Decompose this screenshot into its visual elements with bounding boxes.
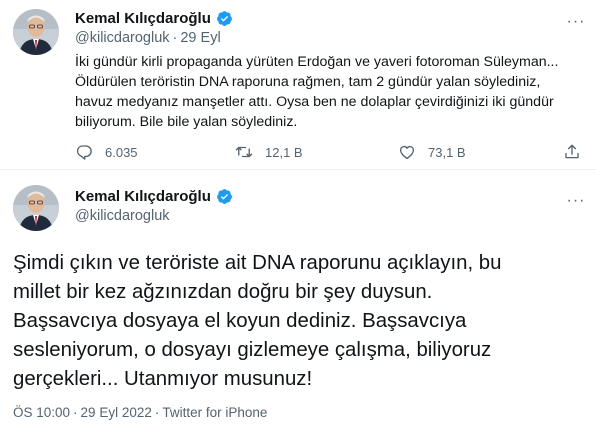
action-bar: 6.035 12,1 B 73,1 B: [75, 143, 595, 165]
retweet-count: 12,1 B: [265, 144, 303, 160]
separator-dot: ·: [73, 405, 78, 420]
tweet-text-line: Başsavcıya dosyaya el koyun dediniz. Baş…: [13, 310, 467, 332]
reply-count: 6.035: [105, 144, 138, 160]
tweet-meta: ÖS 10:00 · 29 Eyl 2022 · Twitter for iPhone: [13, 405, 267, 420]
avatar[interactable]: [13, 185, 59, 231]
separator-dot: ·: [172, 30, 178, 46]
tweet-text: İki gündür kirli propaganda yürüten Erdo…: [75, 52, 580, 132]
separator-dot: ·: [154, 405, 160, 420]
author-name[interactable]: Kemal Kılıçdaroğlu: [75, 10, 211, 27]
tweet-text-line: havuz medyanız manşetler attı. Oysa ben …: [75, 94, 554, 110]
like-button[interactable]: 73,1 B: [398, 143, 466, 161]
tweet-full-date[interactable]: 29 Eyl 2022: [81, 405, 152, 420]
avatar-portrait-icon: [13, 9, 59, 55]
more-options-icon[interactable]: ···: [565, 11, 587, 33]
more-options-icon[interactable]: ···: [565, 190, 587, 212]
tweet-main: Kemal Kılıçdaroğlu @kilicdarogluk ··· Şi…: [0, 170, 596, 438]
verified-badge-icon: [216, 189, 232, 204]
tweet-source[interactable]: Twitter for iPhone: [162, 405, 267, 420]
author-handle[interactable]: @kilicdarogluk: [75, 208, 170, 224]
tweet-text-line: biliyorum. Bile bile yalan söylediniz.: [75, 114, 298, 130]
verified-badge-icon: [216, 11, 232, 26]
tweet-text-line: Öldürülen teröristin DNA raporuna rağmen…: [75, 74, 541, 90]
share-button[interactable]: [563, 143, 581, 161]
share-icon: [565, 144, 579, 159]
retweet-button[interactable]: 12,1 B: [235, 143, 303, 161]
tweet-text-line: Şimdi çıkın ve teröriste ait DNA raporun…: [13, 252, 502, 274]
reply-icon: [76, 145, 92, 160]
tweet-text: Şimdi çıkın ve teröriste ait DNA raporun…: [13, 249, 588, 394]
like-count: 73,1 B: [428, 144, 466, 160]
tweet-text-line: millet bir kez ağzınızdan doğru bir şey …: [13, 281, 433, 303]
author-name[interactable]: Kemal Kılıçdaroğlu: [75, 188, 211, 205]
tweet-time[interactable]: ÖS 10:00: [13, 405, 70, 420]
tweet-text-line: sesleniyorum, o dosyayı gizlemeye çalışm…: [13, 339, 492, 361]
reply-button[interactable]: 6.035: [75, 143, 138, 161]
author-handle[interactable]: @kilicdarogluk: [75, 30, 170, 46]
handle-row: @kilicdarogluk: [75, 208, 170, 224]
retweet-icon: [235, 146, 253, 158]
author-row: Kemal Kılıçdaroğlu: [75, 10, 233, 27]
avatar-portrait-icon: [13, 185, 59, 231]
tweet-text-line: gerçekleri... Utanmıyor musunuz!: [13, 368, 313, 390]
like-icon: [399, 145, 415, 160]
handle-row: @kilicdarogluk · 29 Eyl: [75, 30, 221, 46]
tweet-date[interactable]: 29 Eyl: [180, 30, 220, 46]
tweet-text-line: İki gündür kirli propaganda yürüten Erdo…: [75, 54, 559, 70]
author-row: Kemal Kılıçdaroğlu: [75, 188, 233, 205]
tweet-quoted[interactable]: Kemal Kılıçdaroğlu @kilicdarogluk · 29 Eyl…: [0, 0, 596, 170]
avatar[interactable]: [13, 9, 59, 55]
